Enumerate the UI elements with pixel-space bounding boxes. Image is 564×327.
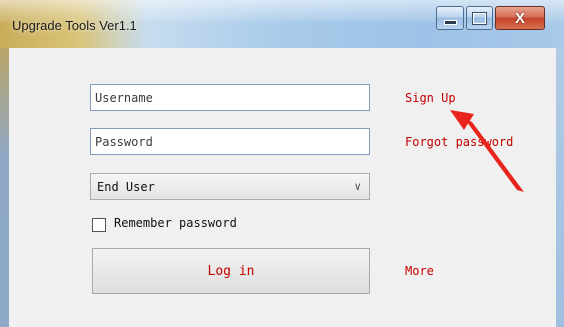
user-role-value: End User bbox=[97, 179, 155, 194]
minimize-button[interactable] bbox=[436, 6, 464, 30]
maximize-icon bbox=[472, 11, 487, 25]
more-link[interactable]: More bbox=[405, 264, 434, 278]
close-icon: X bbox=[514, 9, 525, 27]
login-button[interactable]: Log in bbox=[92, 248, 370, 294]
annotation-arrow-shaft bbox=[464, 118, 524, 192]
annotation-arrow-icon bbox=[450, 110, 524, 192]
annotation-arrow-head bbox=[450, 110, 474, 130]
username-input[interactable] bbox=[90, 84, 370, 111]
chevron-down-icon: ∨ bbox=[354, 180, 361, 193]
minimize-icon bbox=[443, 19, 457, 25]
window-frame-left bbox=[0, 48, 9, 327]
user-role-select[interactable]: End User ∨ bbox=[90, 173, 370, 200]
window-title: Upgrade Tools Ver1.1 bbox=[12, 18, 137, 33]
title-bar[interactable]: Upgrade Tools Ver1.1 X bbox=[0, 0, 564, 48]
maximize-button[interactable] bbox=[466, 6, 493, 30]
window-frame-right bbox=[556, 48, 564, 327]
remember-password-checkbox[interactable] bbox=[92, 218, 106, 232]
remember-password-label[interactable]: Remember password bbox=[114, 216, 237, 230]
password-input[interactable] bbox=[90, 128, 370, 155]
login-button-label: Log in bbox=[207, 263, 255, 279]
close-button[interactable]: X bbox=[495, 6, 545, 30]
